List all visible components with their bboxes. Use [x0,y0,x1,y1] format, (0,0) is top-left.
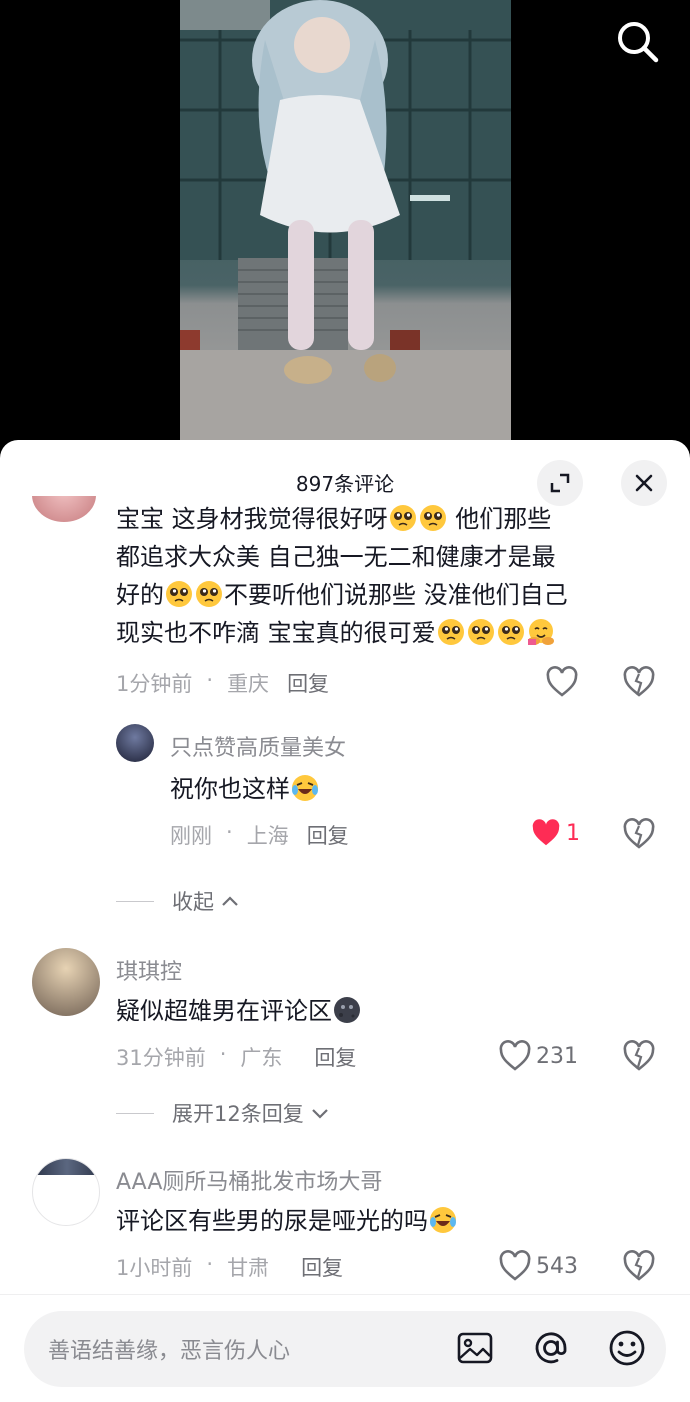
heart-filled-icon [532,819,560,846]
comment-input-bar: 善语结善缘，恶言伤人心 [0,1294,690,1402]
comment-text: 祝你也这样 [170,770,650,808]
commenter-name[interactable]: 只点赞高质量美女 [170,730,346,762]
pleading-face-emoji-icon [419,505,446,531]
pleading-face-emoji-icon [467,619,494,645]
input-placeholder: 善语结善缘，恶言伤人心 [48,1339,291,1364]
reply-button[interactable]: 回复 [307,820,349,850]
like-count: 1 [566,820,580,846]
divider [116,900,154,902]
comment-sheet: 897条评论 宝宝 这身材我觉得很好呀 他们那些 都追求大众美 自己独一无二和健… [0,440,690,1402]
avatar[interactable] [32,1158,100,1226]
rolling-laughing-emoji-icon [430,1207,456,1233]
broken-heart-icon[interactable] [622,666,656,698]
divider [116,1112,154,1114]
emoji-icon[interactable] [606,1327,648,1369]
at-mention-icon[interactable] [530,1327,572,1369]
broken-heart-icon[interactable] [622,818,656,850]
comment-meta: 1小时前 · 甘肃 回复 [116,1252,344,1282]
new-moon-face-emoji-icon [334,997,360,1023]
comment-meta: 刚刚 · 上海 回复 [170,820,349,850]
rolling-laughing-emoji-icon [292,775,318,801]
avatar[interactable] [32,496,96,522]
comment-input[interactable]: 善语结善缘，恶言伤人心 [24,1311,666,1387]
like-count: 231 [536,1043,578,1069]
image-icon[interactable] [454,1327,496,1369]
close-icon [635,474,653,492]
pleading-face-emoji-icon [389,505,416,531]
heart-outline-icon [546,666,578,697]
video-still-image [180,0,511,460]
hugging-face-emoji-icon [527,619,554,645]
comment-text: 疑似超雄男在评论区 [116,992,656,1030]
comment-text: 评论区有些男的尿是哑光的吗 [116,1202,656,1240]
like-count: 543 [536,1253,578,1279]
comment-count-title: 897条评论 [295,472,395,496]
like-button[interactable] [545,666,579,698]
video-frame[interactable] [180,0,511,460]
reply-button[interactable]: 回复 [287,668,329,698]
like-button[interactable]: 231 [498,1040,578,1072]
commenter-name[interactable]: AAA厕所马桶批发市场大哥 [116,1164,382,1196]
comment-meta: 1分钟前 · 重庆 回复 [116,668,330,698]
commenter-name[interactable]: 琪琪控 [116,954,182,986]
collapse-replies-button[interactable]: 收起 [116,886,240,916]
pleading-face-emoji-icon [437,619,464,645]
broken-heart-icon[interactable] [622,1250,656,1282]
like-button[interactable]: 1 [530,818,580,848]
comment-meta: 31分钟前 · 广东 回复 [116,1042,357,1072]
video-player[interactable] [0,0,690,460]
search-icon[interactable] [612,16,664,68]
broken-heart-icon[interactable] [622,1040,656,1072]
comment-text: 宝宝 这身材我觉得很好呀 他们那些 都追求大众美 自己独一无二和健康才是最 好的… [116,505,568,647]
pleading-face-emoji-icon [166,581,192,607]
heart-outline-icon [499,1250,531,1281]
avatar[interactable] [32,948,100,1016]
avatar[interactable] [116,724,154,762]
chevron-up-icon [222,896,238,906]
reply-button[interactable]: 回复 [301,1252,343,1282]
reply-button[interactable]: 回复 [314,1042,356,1072]
pleading-face-emoji-icon [497,619,524,645]
heart-outline-icon [499,1040,531,1071]
expand-replies-button[interactable]: 展开12条回复 [116,1098,330,1128]
like-button[interactable]: 543 [498,1250,578,1282]
expand-icon [550,473,570,493]
pleading-face-emoji-icon [196,581,222,607]
chevron-down-icon [311,1109,328,1119]
comment-list[interactable]: 宝宝 这身材我觉得很好呀 他们那些 都追求大众美 自己独一无二和健康才是最 好的… [0,496,690,1296]
